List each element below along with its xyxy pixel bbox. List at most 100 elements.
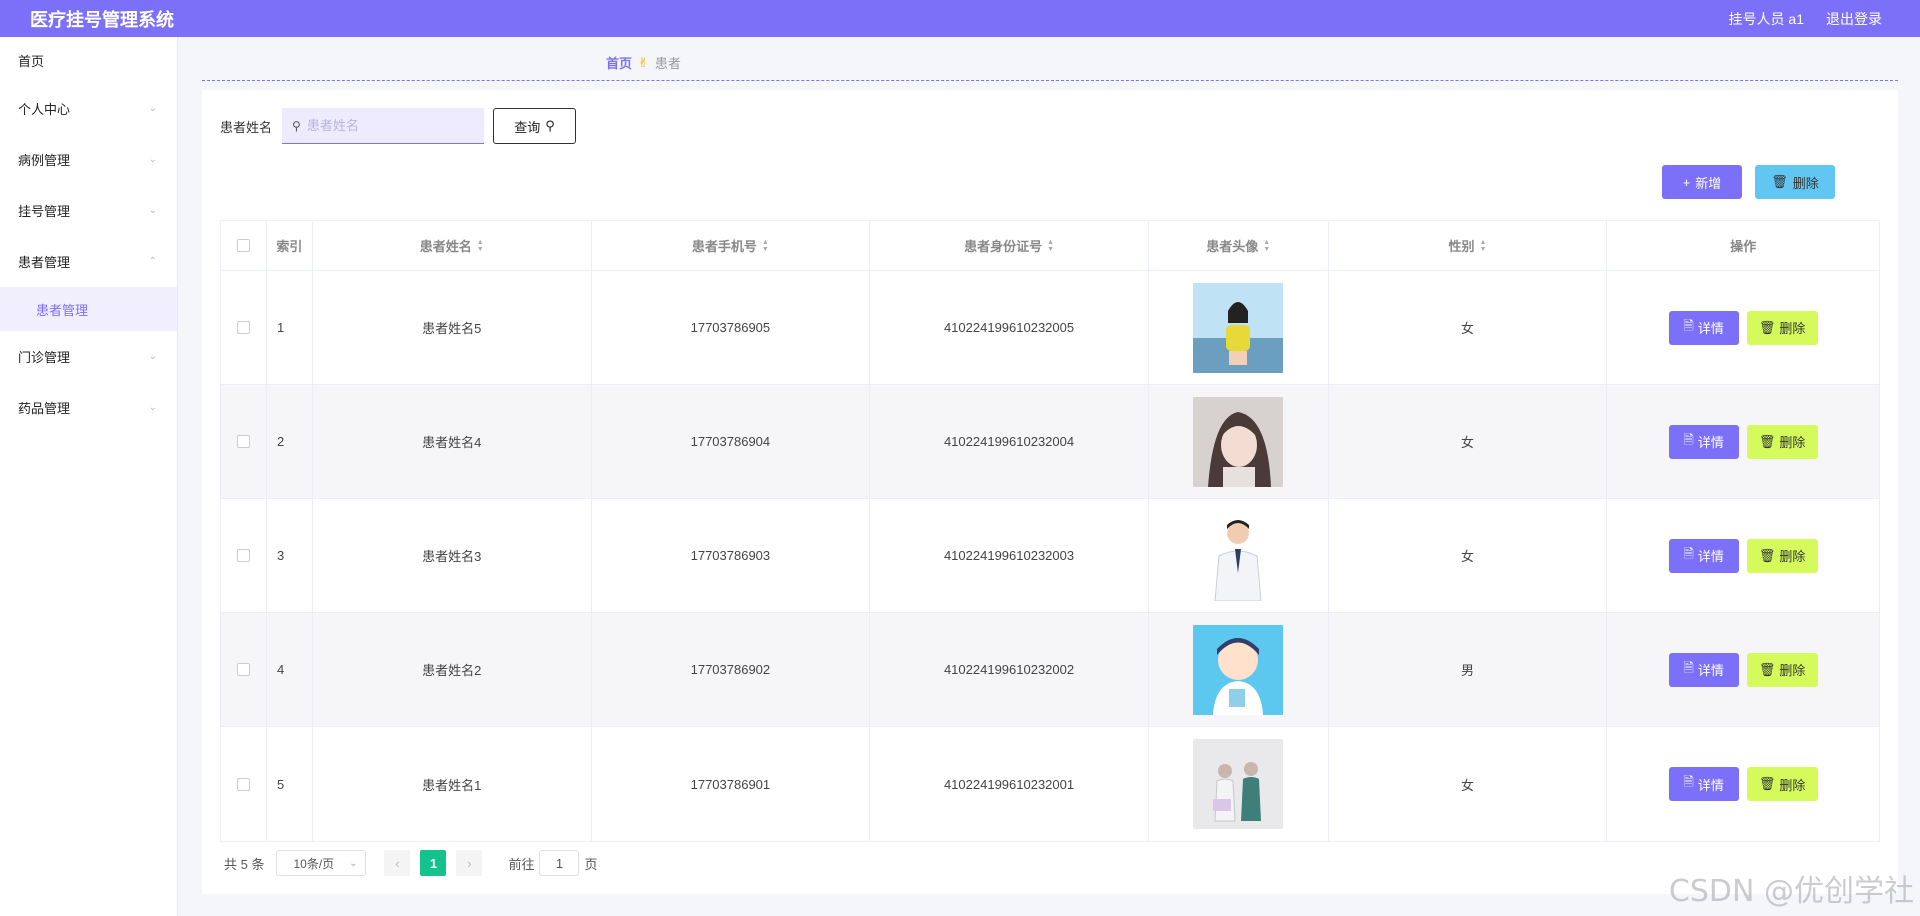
detail-label: 详情: [1697, 321, 1724, 336]
chevron-down-icon: ⌄: [148, 205, 157, 216]
row-checkbox[interactable]: [236, 321, 250, 334]
delete-button[interactable]: 🗑 删除: [1746, 767, 1818, 801]
col-id-card[interactable]: 患者身份证号 ▲ ▼: [870, 221, 1149, 270]
row-checkbox[interactable]: [236, 549, 250, 562]
col-name-label: 患者姓名: [419, 239, 472, 254]
table-row: 2 患者姓名4 17703786904 410224199610232004 女…: [221, 385, 1879, 499]
col-gender[interactable]: 性别 ▲ ▼: [1329, 221, 1608, 270]
row-index: 3: [267, 499, 313, 612]
search-icon: ⚲: [292, 118, 301, 133]
pagination: 共 5 条 10条/页 ⌄ ‹ 1 › 前往 1 页: [224, 850, 598, 876]
row-index: 4: [267, 613, 313, 726]
delete-button[interactable]: 🗑 删除: [1746, 310, 1818, 345]
sidebar-item-label: 首页: [18, 53, 45, 69]
next-page-button[interactable]: ›: [456, 850, 483, 876]
col-actions-label: 操作: [1730, 239, 1757, 254]
col-phone[interactable]: 患者手机号 ▲ ▼: [592, 221, 871, 270]
sidebar-item-label: 药品管理: [18, 401, 71, 416]
sort-icon[interactable]: ▲ ▼: [762, 239, 769, 253]
row-checkbox[interactable]: [236, 435, 250, 448]
col-name[interactable]: 患者姓名 ▲ ▼: [313, 221, 592, 270]
row-select-cell: [221, 271, 267, 384]
sort-icon[interactable]: ▲ ▼: [1047, 239, 1054, 253]
table-row: 3 患者姓名3 17703786903 410224199610232003 女…: [221, 499, 1879, 613]
avatar: [1193, 739, 1284, 829]
divider: [202, 80, 1898, 81]
trash-icon: 🗑: [1758, 661, 1776, 677]
row-phone: 17703786902: [592, 613, 871, 726]
row-index: 2: [267, 385, 313, 498]
sort-icon[interactable]: ▲ ▼: [1480, 239, 1487, 253]
chevron-down-icon: ⌄: [148, 154, 157, 165]
breadcrumb-current: 患者: [654, 56, 681, 71]
top-header: 医疗挂号管理系统 挂号人员 a1 退出登录: [0, 0, 1920, 37]
delete-button[interactable]: 🗑 删除: [1746, 652, 1818, 687]
page-size-value: 10条/页: [293, 856, 335, 871]
plus-icon: +: [1682, 174, 1691, 190]
row-id-card: 410224199610232001: [870, 727, 1149, 841]
search-field[interactable]: ⚲: [282, 108, 485, 144]
document-icon: 🗎: [1683, 545, 1694, 561]
sort-icon[interactable]: ▲ ▼: [477, 239, 484, 253]
bulk-delete-button[interactable]: 🗑 删除: [1755, 165, 1835, 199]
page-number-current[interactable]: 1: [420, 850, 447, 876]
row-select-cell: [221, 499, 267, 612]
sidebar-item-label: 个人中心: [18, 102, 71, 117]
page-size-select[interactable]: 10条/页 ⌄: [276, 850, 367, 876]
chevron-up-icon: ⌃: [148, 256, 157, 267]
row-checkbox[interactable]: [236, 663, 250, 676]
select-all-checkbox[interactable]: [236, 239, 250, 252]
search-input[interactable]: [306, 118, 467, 133]
row-gender: 女: [1329, 727, 1608, 841]
col-index-label: 索引: [276, 239, 303, 254]
row-select-cell: [221, 727, 267, 841]
row-phone: 17703786903: [592, 499, 871, 612]
col-actions: 操作: [1607, 221, 1879, 270]
row-actions: 🗎 详情 🗑 删除: [1607, 499, 1879, 612]
sidebar-item-registration[interactable]: 挂号管理 ⌄: [0, 185, 177, 236]
detail-button[interactable]: 🗎 详情: [1668, 652, 1739, 687]
avatar: [1193, 510, 1284, 601]
current-user: 挂号人员 a1: [1728, 10, 1804, 27]
trash-icon: 🗑: [1758, 433, 1776, 449]
document-icon: 🗎: [1683, 774, 1694, 789]
row-gender: 女: [1329, 271, 1608, 384]
col-index: 索引: [267, 221, 313, 270]
sidebar-item-label: 病例管理: [18, 153, 71, 168]
delete-button[interactable]: 🗑 删除: [1746, 424, 1818, 459]
logout-link[interactable]: 退出登录: [1826, 9, 1882, 29]
goto-page: 前往 1 页: [508, 850, 598, 876]
row-actions: 🗎 详情 🗑 删除: [1607, 727, 1879, 841]
delete-label: 删除: [1779, 777, 1806, 793]
prev-page-button[interactable]: ‹: [384, 850, 411, 876]
search-label: 患者姓名: [220, 119, 273, 135]
delete-button[interactable]: 🗑 删除: [1746, 538, 1818, 573]
query-button[interactable]: 查询 ⚲: [493, 108, 577, 144]
detail-button[interactable]: 🗎 详情: [1668, 767, 1739, 801]
sidebar-item-home[interactable]: 首页: [0, 37, 177, 83]
col-avatar[interactable]: 患者头像 ▲ ▼: [1149, 221, 1329, 270]
avatar: [1193, 624, 1284, 715]
row-name: 患者姓名3: [313, 499, 592, 612]
sidebar-item-label: 患者管理: [18, 255, 71, 270]
sidebar-subitem-patient-management[interactable]: 患者管理: [0, 287, 177, 331]
bulk-delete-label: 删除: [1792, 175, 1819, 191]
breadcrumb-home[interactable]: 首页: [606, 53, 632, 72]
sidebar-item-patients[interactable]: 患者管理 ⌃: [0, 236, 177, 287]
sidebar-item-profile[interactable]: 个人中心 ⌄: [0, 83, 177, 134]
row-id-card: 410224199610232005: [870, 271, 1149, 384]
detail-button[interactable]: 🗎 详情: [1668, 538, 1739, 573]
add-button[interactable]: + 新增: [1662, 165, 1742, 199]
col-avatar-label: 患者头像: [1206, 239, 1259, 254]
sidebar-item-clinic[interactable]: 门诊管理 ⌄: [0, 331, 177, 382]
table-row: 1 患者姓名5 17703786905 410224199610232005 女…: [221, 271, 1879, 385]
detail-button[interactable]: 🗎 详情: [1668, 424, 1739, 459]
col-phone-label: 患者手机号: [691, 239, 757, 254]
sidebar-item-drugs[interactable]: 药品管理 ⌄: [0, 382, 177, 433]
sidebar-item-cases[interactable]: 病例管理 ⌄: [0, 134, 177, 185]
goto-page-input[interactable]: 1: [539, 850, 580, 876]
row-checkbox[interactable]: [236, 777, 250, 791]
sort-icon[interactable]: ▲ ▼: [1263, 239, 1270, 253]
detail-button[interactable]: 🗎 详情: [1668, 310, 1739, 345]
row-gender: 男: [1329, 613, 1608, 726]
